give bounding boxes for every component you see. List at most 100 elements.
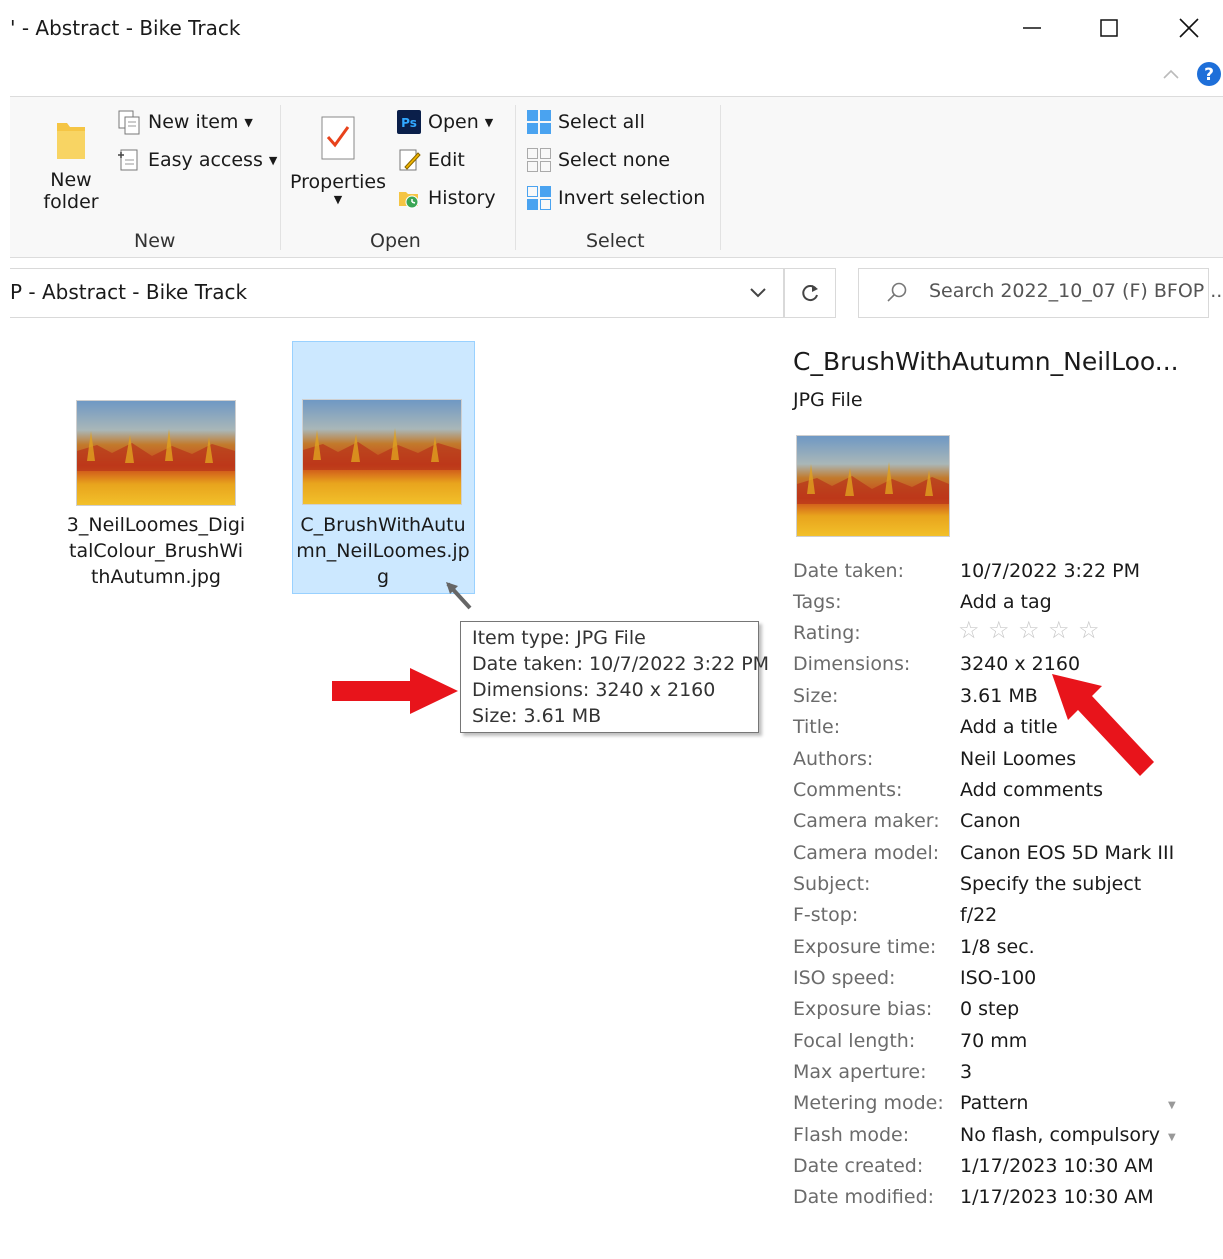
search-box[interactable]: Search 2022_10_07 (F) BFOP ... bbox=[858, 268, 1223, 318]
prop-date-taken-label: Date taken: bbox=[793, 560, 905, 582]
edit-button[interactable]: Edit bbox=[396, 147, 465, 173]
invert-selection-button[interactable]: Invert selection bbox=[526, 185, 705, 211]
prop-subject-label: Subject: bbox=[793, 873, 871, 895]
prop-iso-speed-value[interactable]: ISO-100 bbox=[960, 967, 1036, 989]
svg-text:Ps: Ps bbox=[401, 116, 417, 130]
prop-exposure-time-value[interactable]: 1/8 sec. bbox=[960, 936, 1035, 958]
prop-focal-length-value[interactable]: 70 mm bbox=[960, 1030, 1027, 1052]
invert-selection-icon bbox=[526, 185, 552, 211]
new-folder-label-2: folder bbox=[43, 191, 99, 213]
details-file-type: JPG File bbox=[793, 389, 863, 411]
star-icon[interactable]: ☆ bbox=[1078, 616, 1100, 644]
prop-authors-label: Authors: bbox=[793, 748, 874, 770]
refresh-icon bbox=[802, 285, 818, 302]
annotation-arrow-icon bbox=[332, 668, 458, 714]
prop-max-aperture-value[interactable]: 3 bbox=[960, 1061, 972, 1083]
prop-metering-mode-label: Metering mode: bbox=[793, 1092, 944, 1114]
chevron-down-icon[interactable] bbox=[748, 284, 768, 300]
ribbon-separator bbox=[515, 105, 516, 250]
prop-dimensions-label: Dimensions: bbox=[793, 653, 911, 675]
select-none-label: Select none bbox=[558, 149, 671, 171]
properties-icon bbox=[321, 116, 355, 160]
tooltip-item-type: Item type: JPG File bbox=[472, 627, 646, 649]
prop-date-created-value[interactable]: 1/17/2023 10:30 AM bbox=[960, 1155, 1154, 1177]
svg-text:?: ? bbox=[1204, 65, 1214, 85]
prop-date-created-label: Date created: bbox=[793, 1155, 924, 1177]
prop-camera-model-value[interactable]: Canon EOS 5D Mark III bbox=[960, 842, 1174, 864]
minimize-icon bbox=[1023, 27, 1041, 29]
properties-label: Properties bbox=[290, 171, 387, 193]
rating-stars[interactable]: ☆ ☆ ☆ ☆ ☆ bbox=[958, 616, 1100, 648]
details-preview-image bbox=[796, 435, 950, 537]
help-icon[interactable]: ? bbox=[1196, 61, 1222, 87]
select-all-button[interactable]: Select all bbox=[526, 109, 645, 135]
autumn-image-thumbnail bbox=[303, 400, 461, 504]
new-item-label: New item bbox=[148, 111, 239, 133]
prop-comments-label: Comments: bbox=[793, 779, 903, 801]
file-item-selected[interactable]: C_BrushWithAutumn_NeilLoomes.jpg bbox=[292, 341, 475, 594]
chevron-down-icon[interactable]: ▼ bbox=[1168, 1132, 1176, 1143]
tooltip-dimensions: Dimensions: 3240 x 2160 bbox=[472, 679, 716, 701]
prop-date-modified-value[interactable]: 1/17/2023 10:30 AM bbox=[960, 1186, 1154, 1208]
easy-access-icon bbox=[116, 147, 142, 173]
prop-camera-maker-value[interactable]: Canon bbox=[960, 810, 1021, 832]
chevron-down-icon[interactable]: ▼ bbox=[1168, 1100, 1176, 1111]
file-tooltip: Item type: JPG File Date taken: 10/7/202… bbox=[460, 621, 769, 733]
prop-subject-value[interactable]: Specify the subject bbox=[960, 873, 1141, 895]
select-none-icon bbox=[526, 147, 552, 173]
file-name: C_BrushWithAutumn_NeilLoomes.jpg bbox=[296, 514, 470, 588]
folder-icon bbox=[57, 123, 85, 159]
prop-flash-mode-label: Flash mode: bbox=[793, 1124, 910, 1146]
select-all-icon bbox=[526, 109, 552, 135]
chevron-down-icon: ▼ bbox=[268, 153, 278, 167]
minimize-button[interactable] bbox=[1002, 8, 1062, 48]
prop-date-modified-label: Date modified: bbox=[793, 1186, 935, 1208]
easy-access-button[interactable]: Easy access ▼ bbox=[116, 147, 277, 173]
address-path[interactable]: P - Abstract - Bike Track bbox=[10, 280, 247, 304]
maximize-button[interactable] bbox=[1079, 8, 1139, 48]
new-folder-button[interactable]: New folder bbox=[36, 107, 106, 217]
chevron-down-icon: ▼ bbox=[484, 115, 494, 129]
history-button[interactable]: History bbox=[396, 185, 496, 211]
collapse-ribbon-icon[interactable] bbox=[1160, 66, 1182, 82]
history-label: History bbox=[428, 187, 496, 209]
window-title: ' - Abstract - Bike Track bbox=[10, 16, 241, 40]
star-icon[interactable]: ☆ bbox=[988, 616, 1010, 644]
select-none-button[interactable]: Select none bbox=[526, 147, 670, 173]
new-folder-label-1: New bbox=[50, 169, 92, 191]
mouse-cursor-icon bbox=[446, 582, 472, 610]
star-icon[interactable]: ☆ bbox=[958, 616, 980, 644]
prop-dimensions-value: 3240 x 2160 bbox=[960, 653, 1081, 675]
prop-date-taken-value[interactable]: 10/7/2022 3:22 PM bbox=[960, 560, 1140, 582]
select-group-label: Select bbox=[586, 230, 645, 252]
star-icon[interactable]: ☆ bbox=[1018, 616, 1040, 644]
prop-camera-maker-label: Camera maker: bbox=[793, 810, 940, 832]
edit-icon bbox=[396, 147, 422, 173]
prop-tags-value[interactable]: Add a tag bbox=[960, 591, 1052, 613]
prop-flash-mode-value[interactable]: No flash, compulsory bbox=[960, 1124, 1160, 1146]
photoshop-icon: Ps bbox=[396, 109, 422, 135]
properties-button[interactable]: Properties ▼ bbox=[290, 107, 386, 217]
prop-metering-mode-value[interactable]: Pattern bbox=[960, 1092, 1028, 1114]
close-button[interactable] bbox=[1159, 8, 1219, 48]
prop-exposure-bias-value[interactable]: 0 step bbox=[960, 998, 1019, 1020]
search-input[interactable]: Search 2022_10_07 (F) BFOP ... bbox=[929, 280, 1223, 302]
prop-title-value[interactable]: Add a title bbox=[960, 716, 1058, 738]
refresh-button[interactable] bbox=[784, 268, 836, 318]
prop-comments-value[interactable]: Add comments bbox=[960, 779, 1103, 801]
star-icon[interactable]: ☆ bbox=[1048, 616, 1070, 644]
search-icon bbox=[887, 282, 907, 302]
open-button[interactable]: Ps Open ▼ bbox=[396, 109, 493, 135]
select-all-label: Select all bbox=[558, 111, 645, 133]
prop-f-stop-value[interactable]: f/22 bbox=[960, 904, 997, 926]
prop-max-aperture-label: Max aperture: bbox=[793, 1061, 927, 1083]
open-group-label: Open bbox=[370, 230, 421, 252]
ribbon-separator bbox=[280, 105, 281, 250]
new-item-button[interactable]: New item ▼ bbox=[116, 109, 253, 135]
invert-selection-label: Invert selection bbox=[558, 187, 706, 209]
file-item[interactable]: 3_NeilLoomes_DigitalColour_BrushWithAutu… bbox=[66, 390, 246, 620]
open-label: Open bbox=[428, 111, 479, 133]
prop-size-label: Size: bbox=[793, 685, 839, 707]
ribbon-separator bbox=[720, 105, 721, 250]
prop-authors-value[interactable]: Neil Loomes bbox=[960, 748, 1076, 770]
